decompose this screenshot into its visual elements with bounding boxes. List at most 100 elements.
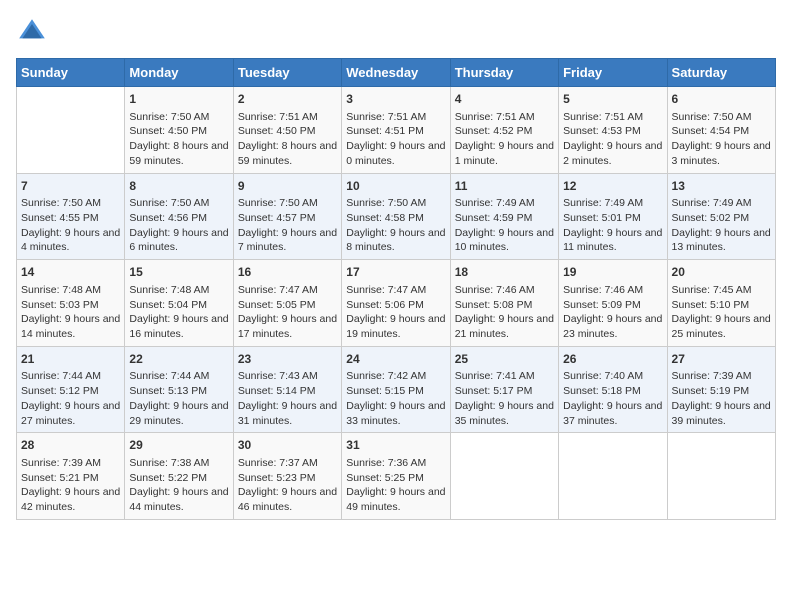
calendar-cell	[559, 433, 667, 520]
calendar-cell: 21Sunrise: 7:44 AMSunset: 5:12 PMDayligh…	[17, 346, 125, 433]
calendar-week-row: 14 Sunrise: 7:48 AM Sunset: 5:03 PM Dayligh…	[17, 260, 776, 347]
calendar-cell: 26Sunrise: 7:40 AMSunset: 5:18 PMDayligh…	[559, 346, 667, 433]
sunset-text: Sunset: 4:51 PM	[346, 124, 445, 139]
sunrise-text: Sunrise: 7:44 AM	[21, 369, 120, 384]
sunrise-text: Sunrise: 7:49 AM	[563, 196, 662, 211]
sunset-text: Sunset: 5:14 PM	[238, 384, 337, 399]
sunset-text: Sunset: 4:53 PM	[563, 124, 662, 139]
day-number: 23	[238, 351, 337, 368]
day-number: 7	[21, 178, 120, 195]
day-number: 11	[455, 178, 554, 195]
day-number: 14	[21, 264, 120, 281]
daylight-text: Daylight: 9 hours and 13 minutes.	[672, 226, 771, 255]
sunrise-text: Sunrise: 7:50 AM	[346, 196, 445, 211]
day-number: 6	[672, 91, 771, 108]
calendar-cell: 4 Sunrise: 7:51 AMSunset: 4:52 PMDaylight…	[450, 87, 558, 174]
calendar-cell: 29Sunrise: 7:38 AMSunset: 5:22 PMDayligh…	[125, 433, 233, 520]
calendar-cell: 20Sunrise: 7:45 AMSunset: 5:10 PMDayligh…	[667, 260, 775, 347]
sunrise-text: Sunrise: 7:37 AM	[238, 456, 337, 471]
daylight-text: Daylight: 9 hours and 35 minutes.	[455, 399, 554, 428]
calendar-cell: 19 Sunrise: 7:46 AMSunset: 5:09 PMDayligh…	[559, 260, 667, 347]
logo	[16, 16, 52, 48]
calendar-cell: 27Sunrise: 7:39 AMSunset: 5:19 PMDayligh…	[667, 346, 775, 433]
daylight-text: Daylight: 9 hours and 1 minute.	[455, 139, 554, 168]
sunrise-text: Sunrise: 7:41 AM	[455, 369, 554, 384]
sunset-text: Sunset: 5:22 PM	[129, 471, 228, 486]
daylight-text: Daylight: 9 hours and 7 minutes.	[238, 226, 337, 255]
sunrise-text: Sunrise: 7:51 AM	[238, 110, 337, 125]
day-number: 4	[455, 91, 554, 108]
calendar-cell: 3Sunrise: 7:51 AMSunset: 4:51 PMDaylight…	[342, 87, 450, 174]
weekday-header: Thursday	[450, 59, 558, 87]
calendar-week-row: 28Sunrise: 7:39 AMSunset: 5:21 PMDayligh…	[17, 433, 776, 520]
sunrise-text: Sunrise: 7:49 AM	[672, 196, 771, 211]
calendar-cell: 25Sunrise: 7:41 AMSunset: 5:17 PMDayligh…	[450, 346, 558, 433]
daylight-text: Daylight: 9 hours and 39 minutes.	[672, 399, 771, 428]
sunset-text: Sunset: 5:03 PM	[21, 298, 120, 313]
sunset-text: Sunset: 4:58 PM	[346, 211, 445, 226]
calendar-header: SundayMondayTuesdayWednesdayThursdayFrid…	[17, 59, 776, 87]
sunrise-text: Sunrise: 7:46 AM	[563, 283, 662, 298]
sunset-text: Sunset: 4:55 PM	[21, 211, 120, 226]
calendar-cell: 24Sunrise: 7:42 AMSunset: 5:15 PMDayligh…	[342, 346, 450, 433]
daylight-text: Daylight: 9 hours and 16 minutes.	[129, 312, 228, 341]
weekday-header: Sunday	[17, 59, 125, 87]
day-number: 10	[346, 178, 445, 195]
calendar-cell: 8Sunrise: 7:50 AMSunset: 4:56 PMDaylight…	[125, 173, 233, 260]
daylight-text: Daylight: 8 hours and 59 minutes.	[238, 139, 337, 168]
calendar-cell: 10Sunrise: 7:50 AMSunset: 4:58 PMDayligh…	[342, 173, 450, 260]
sunset-text: Sunset: 5:05 PM	[238, 298, 337, 313]
sunrise-text: Sunrise: 7:38 AM	[129, 456, 228, 471]
daylight-text: Daylight: 9 hours and 23 minutes.	[563, 312, 662, 341]
day-number: 26	[563, 351, 662, 368]
daylight-text: Daylight: 9 hours and 19 minutes.	[346, 312, 445, 341]
daylight-text: Daylight: 9 hours and 8 minutes.	[346, 226, 445, 255]
sunset-text: Sunset: 5:09 PM	[563, 298, 662, 313]
day-number: 30	[238, 437, 337, 454]
sunrise-text: Sunrise: 7:43 AM	[238, 369, 337, 384]
sunset-text: Sunset: 5:04 PM	[129, 298, 228, 313]
sunset-text: Sunset: 5:25 PM	[346, 471, 445, 486]
day-number: 19	[563, 264, 662, 281]
daylight-text: Daylight: 9 hours and 11 minutes.	[563, 226, 662, 255]
calendar-cell: 30Sunrise: 7:37 AMSunset: 5:23 PMDayligh…	[233, 433, 341, 520]
sunset-text: Sunset: 5:15 PM	[346, 384, 445, 399]
calendar-cell: 22Sunrise: 7:44 AMSunset: 5:13 PMDayligh…	[125, 346, 233, 433]
calendar-cell: 11Sunrise: 7:49 AMSunset: 4:59 PMDayligh…	[450, 173, 558, 260]
daylight-text: Daylight: 9 hours and 33 minutes.	[346, 399, 445, 428]
daylight-text: Daylight: 9 hours and 27 minutes.	[21, 399, 120, 428]
calendar-table: SundayMondayTuesdayWednesdayThursdayFrid…	[16, 58, 776, 520]
calendar-cell: 31Sunrise: 7:36 AMSunset: 5:25 PMDayligh…	[342, 433, 450, 520]
weekday-header: Monday	[125, 59, 233, 87]
sunset-text: Sunset: 5:12 PM	[21, 384, 120, 399]
calendar-cell: 7Sunrise: 7:50 AMSunset: 4:55 PMDaylight…	[17, 173, 125, 260]
calendar-cell: 17Sunrise: 7:47 AMSunset: 5:06 PMDayligh…	[342, 260, 450, 347]
sunrise-text: Sunrise: 7:51 AM	[563, 110, 662, 125]
sunrise-text: Sunrise: 7:50 AM	[129, 196, 228, 211]
sunset-text: Sunset: 5:21 PM	[21, 471, 120, 486]
calendar-cell: 15Sunrise: 7:48 AMSunset: 5:04 PMDayligh…	[125, 260, 233, 347]
sunrise-text: Sunrise: 7:49 AM	[455, 196, 554, 211]
day-number: 8	[129, 178, 228, 195]
daylight-text: Daylight: 9 hours and 44 minutes.	[129, 485, 228, 514]
sunrise-text: Sunrise: 7:39 AM	[21, 456, 120, 471]
sunset-text: Sunset: 5:08 PM	[455, 298, 554, 313]
sunrise-text: Sunrise: 7:48 AM	[129, 283, 228, 298]
daylight-text: Daylight: 9 hours and 42 minutes.	[21, 485, 120, 514]
daylight-text: Daylight: 9 hours and 31 minutes.	[238, 399, 337, 428]
calendar-cell: 9Sunrise: 7:50 AMSunset: 4:57 PMDaylight…	[233, 173, 341, 260]
daylight-text: Daylight: 9 hours and 37 minutes.	[563, 399, 662, 428]
day-number: 28	[21, 437, 120, 454]
weekday-header: Tuesday	[233, 59, 341, 87]
sunset-text: Sunset: 4:50 PM	[238, 124, 337, 139]
sunrise-text: Sunrise: 7:42 AM	[346, 369, 445, 384]
sunrise-text: Sunrise: 7:40 AM	[563, 369, 662, 384]
sunrise-text: Sunrise: 7:47 AM	[238, 283, 337, 298]
sunrise-text: Sunrise: 7:50 AM	[21, 196, 120, 211]
sunset-text: Sunset: 4:59 PM	[455, 211, 554, 226]
sunrise-text: Sunrise: 7:45 AM	[672, 283, 771, 298]
sunset-text: Sunset: 4:52 PM	[455, 124, 554, 139]
sunrise-text: Sunrise: 7:44 AM	[129, 369, 228, 384]
sunrise-text: Sunrise: 7:51 AM	[455, 110, 554, 125]
day-number: 12	[563, 178, 662, 195]
